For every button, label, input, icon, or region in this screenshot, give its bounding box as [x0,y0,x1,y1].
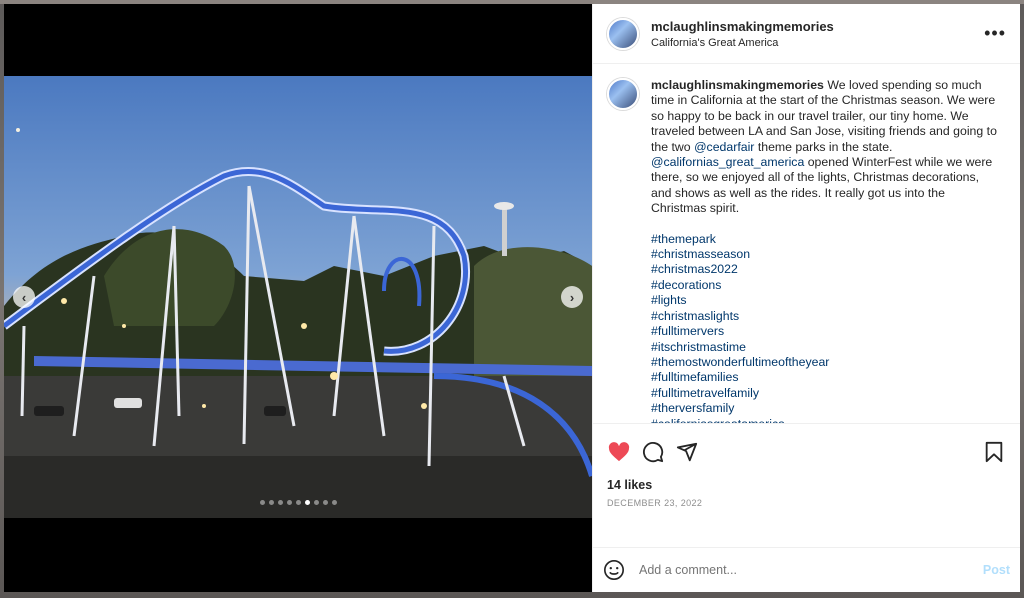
hashtag-link[interactable]: #lights [651,293,1003,308]
author-avatar[interactable] [607,17,639,50]
chevron-right-icon: › [569,289,575,305]
hashtag-link[interactable]: #itschristmastime [651,340,1003,355]
hashtag-link[interactable]: #christmasseason [651,247,1003,262]
carousel-dot [268,500,274,505]
post-modal: ‹ › mclaughlinsmakingmemories California… [4,4,1020,592]
like-button[interactable] [607,440,631,464]
comment-form: Post [593,547,1020,592]
carousel-dot [304,500,310,505]
carousel-prev-button[interactable]: ‹ [13,286,35,308]
carousel-dot [286,500,292,505]
hashtag-link[interactable]: #fulltimervers [651,324,1003,339]
mention-link[interactable]: @cedarfair [694,140,754,154]
chevron-left-icon: ‹ [21,289,27,305]
caption-avatar[interactable] [607,78,639,110]
save-button[interactable] [982,440,1006,464]
post-date: DECEMBER 23, 2022 [607,498,703,508]
post-comment-button[interactable]: Post [983,563,1010,577]
post-header: mclaughlinsmakingmemories California's G… [593,4,1020,64]
comment-button[interactable] [641,440,665,464]
post-location[interactable]: California's Great America [651,37,834,49]
hashtag-link[interactable]: #christmaslights [651,309,1003,324]
post-actions: 14 likes DECEMBER 23, 2022 [593,423,1020,547]
emoji-icon[interactable] [603,559,625,581]
action-icons [607,432,1006,472]
caption-row: mclaughlinsmakingmemories We loved spend… [607,78,1006,423]
hashtag-link[interactable]: #therversfamily [651,401,1003,416]
like-count[interactable]: 14 likes [607,478,1006,492]
carousel-indicator [4,500,592,505]
hashtag-link[interactable]: #christmas2022 [651,262,1003,277]
author-username[interactable]: mclaughlinsmakingmemories [651,19,834,34]
send-icon [676,442,698,462]
post-photo[interactable] [4,76,592,518]
hashtag-link[interactable]: #themostwonderfultimeoftheyear [651,355,1003,370]
carousel-dot [331,500,337,505]
comment-input[interactable] [637,562,983,578]
more-icon: ••• [984,23,1006,43]
heart-icon [608,442,630,462]
hashtag-link[interactable]: #fulltimefamilies [651,370,1003,385]
hashtag-list: #themepark #christmasseason #christmas2022… [651,232,1003,423]
caption-username[interactable]: mclaughlinsmakingmemories [651,78,824,92]
post-side-panel: mclaughlinsmakingmemories California's G… [592,4,1020,592]
hashtag-link[interactable]: #decorations [651,278,1003,293]
share-button[interactable] [675,440,699,464]
carousel-dot [295,500,301,505]
more-options-button[interactable]: ••• [984,23,1006,44]
carousel-dot [259,500,265,505]
carousel-next-button[interactable]: › [561,286,583,308]
mention-link[interactable]: @californias_great_america [651,155,804,169]
post-media: ‹ › [4,4,592,592]
post-caption: mclaughlinsmakingmemories We loved spend… [651,78,1003,423]
comment-icon [642,441,664,463]
carousel-dot [277,500,283,505]
hashtag-link[interactable]: #fulltimetravelfamily [651,386,1003,401]
header-text: mclaughlinsmakingmemories California's G… [651,19,834,49]
carousel-dot [322,500,328,505]
hashtag-link[interactable]: #themepark [651,232,1003,247]
comments-section: mclaughlinsmakingmemories We loved spend… [593,64,1020,423]
caption-text-mid: theme parks in the state. [754,139,893,154]
bookmark-icon [985,441,1003,463]
carousel-dot [313,500,319,505]
